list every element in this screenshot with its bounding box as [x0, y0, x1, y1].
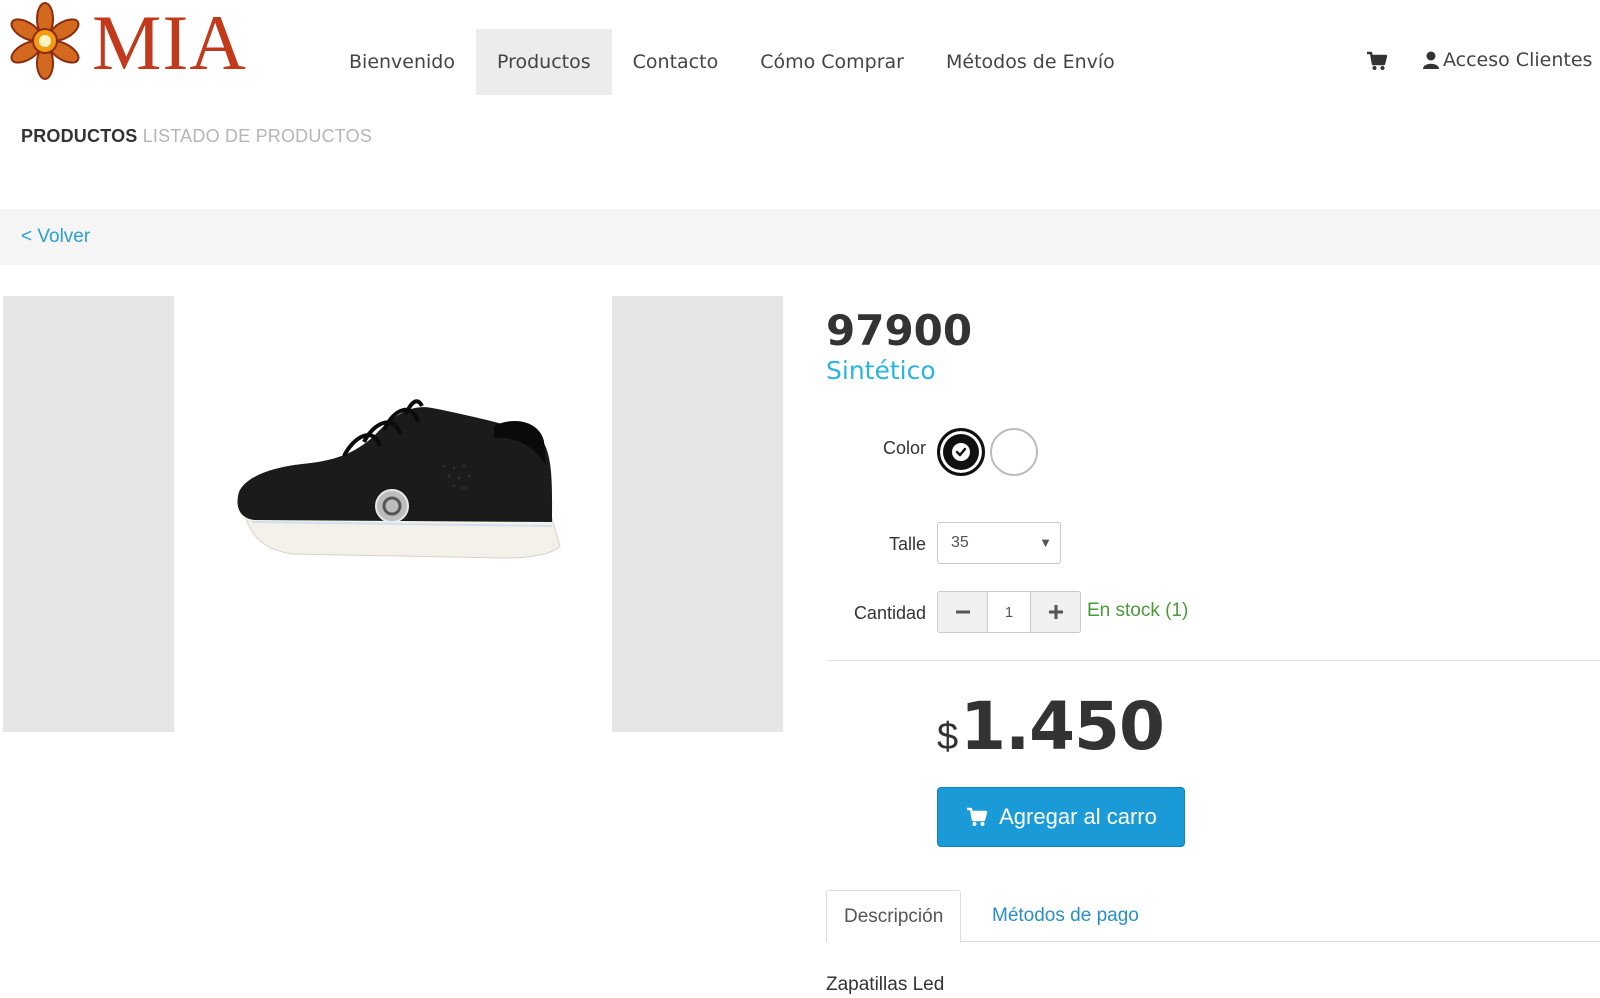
product-tabs: Descripción Métodos de pago [826, 890, 1600, 943]
product-price: $ 1.450 [937, 688, 1165, 765]
color-swatch-white[interactable] [990, 428, 1038, 476]
price-currency: $ [937, 716, 959, 758]
minus-icon [955, 610, 970, 614]
divider [826, 660, 1600, 661]
quantity-value[interactable]: 1 [987, 592, 1031, 632]
product-sku: 97900 [826, 306, 973, 355]
size-select[interactable]: 35 ▼ [937, 522, 1061, 564]
quantity-stepper: 1 [937, 591, 1081, 633]
size-label: Talle [888, 534, 926, 554]
nav-item-bienvenido[interactable]: Bienvenido [328, 29, 476, 95]
back-link[interactable]: < Volver [21, 226, 90, 248]
plus-icon [1048, 605, 1063, 619]
size-value: 35 [951, 534, 969, 551]
back-bar: < Volver [0, 209, 1600, 265]
quantity-label: Cantidad [853, 603, 926, 623]
tab-descripcion[interactable]: Descripción [826, 890, 962, 943]
cart-icon [967, 807, 988, 826]
breadcrumb: PRODUCTOS LISTADO DE PRODUCTOS [21, 126, 372, 147]
color-swatch-black[interactable] [937, 428, 985, 476]
plus-button[interactable] [1031, 592, 1080, 632]
nav-item-como-comprar[interactable]: Cómo Comprar [739, 29, 925, 95]
breadcrumb-subsection: LISTADO DE PRODUCTOS [142, 126, 373, 146]
stock-status: En stock (1) [1087, 600, 1189, 621]
logo-text: MIA [92, 0, 247, 86]
add-to-cart-label: Agregar al carro [999, 804, 1157, 829]
product-image[interactable] [174, 296, 612, 732]
account-label: Acceso Clientes [1443, 49, 1593, 71]
add-to-cart-button[interactable]: Agregar al carro [937, 787, 1185, 847]
chevron-down-icon: ▼ [1039, 535, 1052, 550]
gallery-prev-panel[interactable] [3, 296, 174, 732]
tab-metodos-pago[interactable]: Métodos de pago [975, 890, 1156, 942]
product-description: Zapatillas Led [826, 974, 945, 995]
minus-button[interactable] [938, 592, 987, 632]
flower-logo-icon [10, 2, 80, 80]
nav-item-productos[interactable]: Productos [475, 29, 612, 95]
nav-item-metodos-envio[interactable]: Métodos de Envío [925, 29, 1136, 95]
nav-item-contacto[interactable]: Contacto [612, 29, 740, 95]
breadcrumb-section: PRODUCTOS [21, 126, 138, 146]
price-amount: 1.450 [960, 688, 1165, 765]
user-icon [1423, 51, 1439, 69]
color-label: Color [882, 438, 926, 458]
account-link[interactable]: Acceso Clientes [1423, 49, 1592, 71]
product-material: Sintético [826, 356, 936, 385]
product-gallery [3, 296, 783, 732]
main-nav: Bienvenido Productos Contacto Cómo Compr… [328, 29, 1136, 95]
checkmark-icon [952, 443, 970, 461]
gallery-next-panel[interactable] [612, 296, 783, 732]
cart-icon[interactable] [1366, 50, 1388, 72]
logo[interactable]: MIA [8, 0, 247, 82]
site-header: MIA Bienvenido Productos Contacto Cómo C… [0, 0, 1600, 96]
